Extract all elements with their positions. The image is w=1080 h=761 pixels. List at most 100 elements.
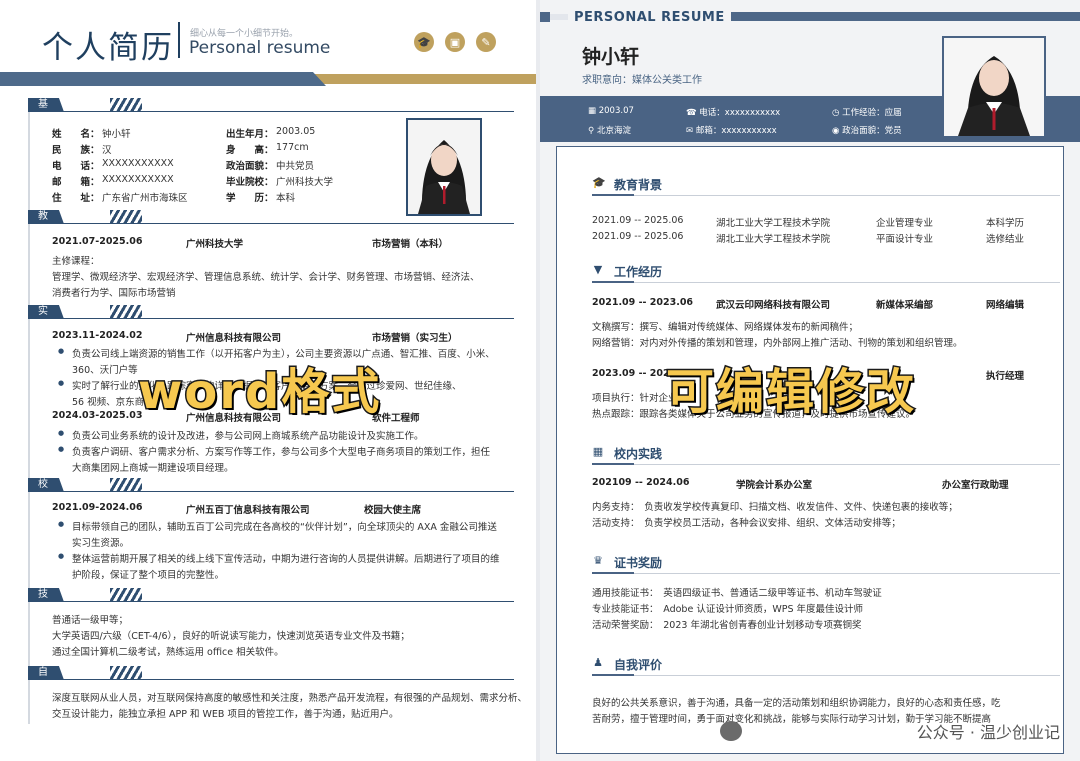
basic-value: 广东省广州市海珠区 <box>102 193 188 204</box>
section-stripes <box>110 98 142 112</box>
intern-date: 2023.11-2024.02 <box>52 330 143 341</box>
section-rule-accent <box>592 194 634 196</box>
basic-value: 广州科技大学 <box>276 177 334 188</box>
campus-detail: 内务支持： 负责收发学校传真复印、扫描文档、收发信件、文件、快递包裹的接收等； <box>592 502 958 513</box>
title-divider <box>178 22 180 58</box>
section-rule-accent <box>592 674 634 676</box>
edu-major: 平面设计专业 <box>876 234 934 245</box>
phone-icon: ☎ <box>686 108 700 118</box>
bullet-item: 整体运营前期开展了相关的线上线下宣传活动，中期为进行咨询的人员提供讲解。后期进行… <box>58 551 499 565</box>
campus-role: 校园大使主席 <box>364 505 422 516</box>
campus-company: 广州五百丁信息科技有限公司 <box>186 505 310 516</box>
section-rule <box>592 282 1060 283</box>
basic-key: 身 高： <box>226 145 274 156</box>
section-stripes <box>110 210 142 224</box>
section-rule-accent <box>592 281 634 283</box>
award-item: 活动荣誉奖励： 2023 年湖北省创青春创业计划移动专项赛铜奖 <box>592 620 862 631</box>
section-stripes <box>110 305 142 319</box>
skill-item: 通过全国计算机二级考试，熟练运用 office 相关软件。 <box>52 647 284 658</box>
political-status: ◉ 政治面貌：党员 <box>832 124 902 136</box>
bullet-item: 负责客户调研、客户需求分析、方案写作等工作，参与公司多个大型电子商务项目的策划工… <box>58 444 490 458</box>
section-rule <box>592 464 1060 465</box>
basic-value: XXXXXXXXXXX <box>102 158 174 169</box>
award-item: 专业技能证书： Adobe 认证设计师资质，WPS 年度最佳设计师 <box>592 604 863 615</box>
job-intent: 求职意向：媒体公关类工作 <box>582 75 702 86</box>
briefcase-icon: ▣ <box>445 32 465 52</box>
windows-grid-icon: ▦ <box>592 445 604 458</box>
basic-key: 邮 箱： <box>52 177 100 188</box>
award-item: 通用技能证书： 英语四级证书、普通话二级甲等证书、机动车驾驶证 <box>592 588 882 599</box>
section-title: 技能证书 <box>28 588 64 602</box>
skill-item: 大学英语四/六级（CET-4/6），良好的听说读写能力，快速浏览英语专业文件及书… <box>52 631 410 642</box>
intern-company: 广州信息科技有限公司 <box>186 333 282 344</box>
top-square <box>540 12 550 22</box>
bullet-item: 负责公司业务系统的设计及改进，参与公司网上商城系统产品功能设计及实施工作。 <box>58 428 423 442</box>
section-rule <box>592 195 1060 196</box>
work-company: 武汉云印网络科技有限公司 <box>716 300 831 311</box>
intern-date: 2024.03-2025.03 <box>52 410 143 421</box>
header-navy-band <box>0 72 326 86</box>
edu-date: 2021.07-2025.06 <box>52 236 143 247</box>
work-detail: 文稿撰写：撰写、编辑对传统媒体、网络媒体发布的新闻稿件； <box>592 322 859 333</box>
basic-value: 汉 <box>102 145 112 156</box>
bullet-item-cont: 大商集团网上商城一期建设项目经理。 <box>72 463 234 474</box>
campus-detail: 活动支持： 负责学校员工活动，各种会议安排、组织、文体活动安排等； <box>592 518 901 529</box>
section-title: 自我评价 <box>28 666 64 680</box>
email: ✉ 邮箱：xxxxxxxxxxx <box>686 124 777 136</box>
edu-school: 湖北工业大学工程技术学院 <box>716 234 831 245</box>
edu-school: 广州科技大学 <box>186 239 244 250</box>
info-value: 政治面貌：党员 <box>842 126 902 136</box>
section-rule <box>592 573 1060 574</box>
profile-photo <box>406 118 482 216</box>
section-rule-accent <box>592 463 634 465</box>
basic-key: 住 址： <box>52 193 100 204</box>
basic-value: 177cm <box>276 142 309 153</box>
basic-key: 姓 名： <box>52 129 100 140</box>
section-rule <box>28 491 514 492</box>
watermark: 公众号 · 温少创业记 <box>916 723 1060 742</box>
bullet-item-cont: 360、沃门户等 <box>72 365 138 376</box>
section-stripes <box>110 588 142 602</box>
location: ⚲ 北京海淀 <box>588 124 631 136</box>
section-title: 工作经历 <box>614 265 663 279</box>
left-subtitle: Personal resume <box>189 38 331 58</box>
section-rule <box>28 318 514 319</box>
experience: ◷ 工作经验：应届 <box>832 106 902 118</box>
intern-role: 市场营销（实习生） <box>372 333 458 344</box>
info-value: 电话：xxxxxxxxxxx <box>699 108 781 118</box>
section-title: 校内实践 <box>614 447 663 461</box>
right-title: PERSONAL RESUME <box>568 10 731 25</box>
trophy-icon: ♛ <box>593 554 603 567</box>
info-value: 工作经验：应届 <box>842 108 902 118</box>
campus-date: 2021.09-2024.06 <box>52 502 143 513</box>
self-eval-line: 良好的公共关系意识，善于沟通，具备一定的活动策划和组织协调能力，良好的心态和责任… <box>592 698 1001 709</box>
self-eval-line: 交互设计能力，能独立承担 APP 和 WEB 项目的管控工作，善于沟通，贴近用户… <box>52 709 399 720</box>
self-eval-line: 深度互联网从业人员，对互联网保持高度的敏感性和关注度，熟悉产品开发流程，有很强的… <box>52 693 528 704</box>
section-rule <box>28 679 514 680</box>
edu-courses: 管理学、微观经济学、宏观经济学、管理信息系统、统计学、会计学、财务管理、市场营销… <box>52 272 480 283</box>
basic-value: 钟小轩 <box>102 129 131 140</box>
basic-value: 本科 <box>276 193 296 204</box>
wechat-icon <box>720 721 742 741</box>
section-title: 教育背景 <box>614 178 663 192</box>
skill-item: 普通话一级甲等； <box>52 615 129 626</box>
location-pin-icon: ⚲ <box>588 126 597 136</box>
left-title: 个人简历 <box>42 30 174 66</box>
edu-date: 2021.09 -- 2025.06 <box>592 231 684 242</box>
section-title: 教育背景 <box>28 210 64 224</box>
section-stripes <box>110 478 142 492</box>
edu-courses: 消费者行为学、国际市场营销 <box>52 288 176 299</box>
bullet-item-cont: 实习生资源。 <box>72 538 130 549</box>
section-title: 证书奖励 <box>614 556 663 570</box>
top-bar <box>690 12 1080 21</box>
basic-key: 学 历： <box>226 193 274 204</box>
basic-value: 2003.05 <box>276 126 316 137</box>
section-title: 自我评价 <box>614 658 663 672</box>
campus-role: 办公室行政助理 <box>942 480 1009 491</box>
basic-value: 中共党员 <box>276 161 315 172</box>
clock-icon: ◷ <box>832 108 843 118</box>
mail-icon: ✉ <box>686 126 696 136</box>
certificate-icon: ✎ <box>476 32 496 52</box>
basic-key: 民 族： <box>52 145 100 156</box>
edu-major: 企业管理专业 <box>876 218 934 229</box>
